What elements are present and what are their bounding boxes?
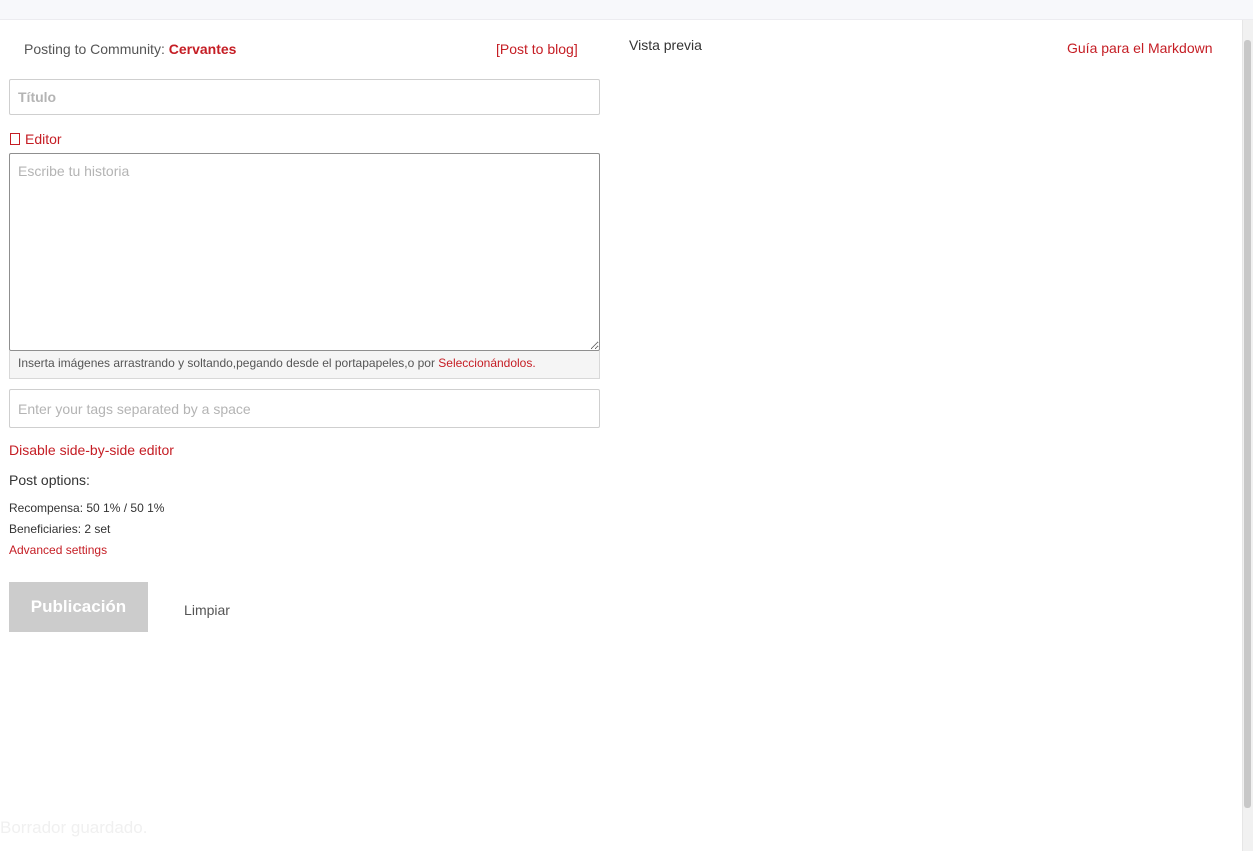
community-prefix: Posting to Community: [24, 41, 165, 57]
body-textarea[interactable] [9, 153, 600, 351]
select-images-link[interactable]: Seleccionándolos. [438, 356, 535, 370]
editor-toggle[interactable]: Editor [10, 131, 62, 147]
title-input[interactable] [9, 79, 600, 115]
editor-toggle-label: Editor [25, 131, 62, 147]
advanced-settings-link[interactable]: Advanced settings [9, 543, 107, 557]
post-options-title: Post options: [9, 472, 90, 488]
community-name[interactable]: Cervantes [169, 41, 237, 57]
disable-side-by-side-link[interactable]: Disable side-by-side editor [9, 442, 174, 458]
beneficiaries-setting: Beneficiaries: 2 set [9, 522, 111, 536]
image-upload-hint: Inserta imágenes arrastrando y soltando,… [9, 351, 600, 379]
tags-input[interactable] [9, 389, 600, 428]
upload-hint-text: Inserta imágenes arrastrando y soltando,… [18, 356, 439, 370]
publish-button[interactable]: Publicación [9, 582, 148, 632]
scrollbar-thumb[interactable] [1244, 40, 1251, 808]
clear-button[interactable]: Limpiar [172, 598, 242, 622]
reward-setting: Recompensa: 50 1% / 50 1% [9, 501, 165, 515]
checkbox-icon [10, 133, 20, 145]
post-to-blog-link[interactable]: [Post to blog] [496, 41, 578, 57]
top-bar [0, 0, 1253, 20]
preview-title: Vista previa [629, 37, 702, 53]
markdown-guide-link[interactable]: Guía para el Markdown [1067, 40, 1213, 56]
draft-saved-status: Borrador guardado. [0, 818, 148, 837]
community-indicator: Posting to Community: Cervantes [24, 41, 236, 57]
